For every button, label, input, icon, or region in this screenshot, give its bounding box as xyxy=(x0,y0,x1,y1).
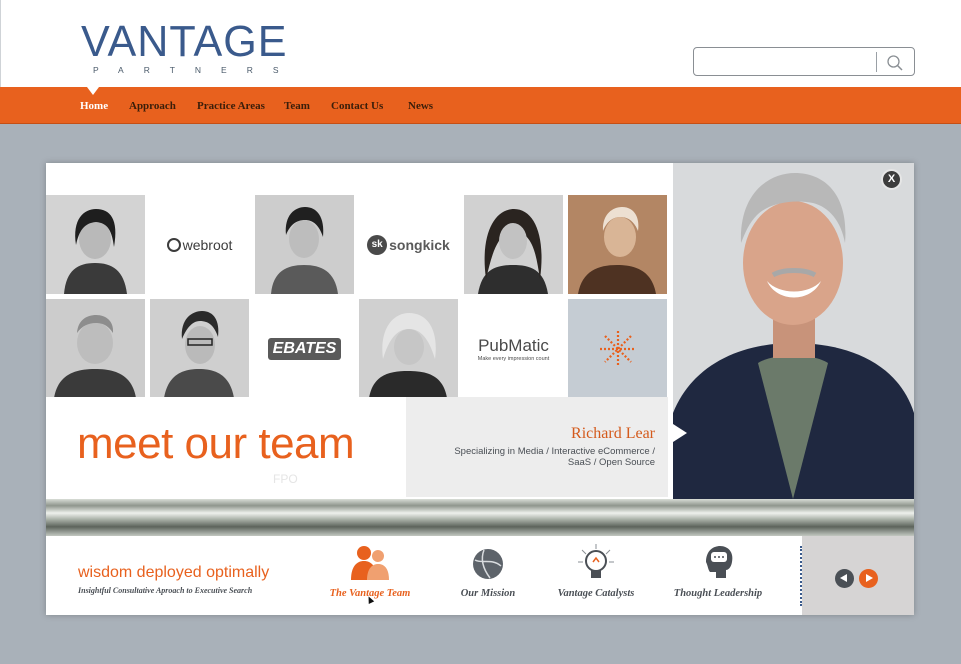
webroot-logo[interactable]: webroot xyxy=(150,195,249,294)
nav-item-team[interactable]: Team xyxy=(284,100,310,112)
profile-description: Specializing in Media / Interactive eCom… xyxy=(454,446,655,468)
next-button[interactable] xyxy=(859,569,878,588)
webroot-icon xyxy=(166,237,181,252)
ebates-wordmark: EBATES xyxy=(267,337,342,360)
modal-footer: wisdom deployed optimally Insightful Con… xyxy=(46,536,914,615)
nav-item-approach[interactable]: Approach xyxy=(129,100,176,112)
ebates-logo[interactable]: EBATES xyxy=(255,299,354,398)
search-box xyxy=(693,47,915,76)
site-header: VANTAGE PARTNERS xyxy=(0,0,961,87)
meet-our-team-heading: meet our team xyxy=(77,419,355,468)
search-divider xyxy=(876,52,877,72)
search-input[interactable] xyxy=(700,48,880,75)
team-member-photo[interactable] xyxy=(150,299,249,398)
nav-item-practice-areas[interactable]: Practice Areas xyxy=(197,100,265,112)
team-member-photo[interactable] xyxy=(255,195,354,294)
profile-pointer-arrow xyxy=(673,424,687,442)
team-icon xyxy=(347,546,393,584)
tab-thought-leadership[interactable]: Thought Leadership xyxy=(666,544,770,599)
pubmatic-tagline: Make every impression count xyxy=(477,355,550,362)
metallic-divider xyxy=(46,499,914,536)
webroot-wordmark: webroot xyxy=(182,236,233,253)
previous-button[interactable] xyxy=(835,569,854,588)
fpo-watermark: FPO xyxy=(273,472,298,486)
pager xyxy=(802,536,914,615)
search-icon[interactable] xyxy=(886,54,904,72)
team-member-photo[interactable] xyxy=(568,195,667,294)
nav-item-news[interactable]: News xyxy=(408,100,433,112)
featured-member-photo xyxy=(673,163,914,499)
chevron-right-icon xyxy=(866,574,873,582)
chevron-left-icon xyxy=(840,574,847,582)
tab-our-mission[interactable]: Our Mission xyxy=(454,544,522,599)
profile-name: Richard Lear xyxy=(571,425,655,442)
nav-item-contact-us[interactable]: Contact Us xyxy=(331,100,383,112)
tab-label: Our Mission xyxy=(460,588,516,599)
tab-label: Thought Leadership xyxy=(673,588,763,599)
active-nav-pointer xyxy=(87,87,99,95)
tab-the-vantage-team[interactable]: The Vantage Team xyxy=(324,544,416,599)
vantage-starburst-tile[interactable] xyxy=(568,299,667,398)
lightbulb-icon xyxy=(576,544,616,584)
songkick-icon: sk xyxy=(367,234,388,255)
logo-subtitle: PARTNERS xyxy=(93,65,299,75)
team-modal: webroot sk songkick EBATES PubMatic Make… xyxy=(46,163,914,615)
team-member-photo[interactable] xyxy=(359,299,458,398)
head-speech-icon xyxy=(700,546,736,584)
globe-icon xyxy=(470,549,506,584)
vantage-partners-logo[interactable]: VANTAGE PARTNERS xyxy=(81,17,299,78)
pubmatic-logo[interactable]: PubMatic Make every impression count xyxy=(464,299,563,398)
team-member-photo[interactable] xyxy=(464,195,563,294)
nav-item-home[interactable]: Home xyxy=(80,100,108,112)
profile-card: Richard Lear Specializing in Media / Int… xyxy=(406,397,668,497)
songkick-logo[interactable]: sk songkick xyxy=(359,195,458,294)
team-member-photo[interactable] xyxy=(46,195,145,294)
team-member-photo[interactable] xyxy=(46,299,145,398)
songkick-wordmark: songkick xyxy=(389,236,450,253)
logo-wordmark: VANTAGE xyxy=(81,17,288,66)
footer-subtagline: Insightful Consultative Aproach to Execu… xyxy=(78,586,253,595)
pubmatic-wordmark: PubMatic xyxy=(478,335,549,355)
tab-label: Vantage Catalysts xyxy=(557,588,635,599)
starburst-icon xyxy=(599,330,636,367)
footer-tagline: wisdom deployed optimally xyxy=(78,564,270,581)
tab-vantage-catalysts[interactable]: Vantage Catalysts xyxy=(550,544,642,599)
close-button[interactable]: X xyxy=(881,169,902,190)
